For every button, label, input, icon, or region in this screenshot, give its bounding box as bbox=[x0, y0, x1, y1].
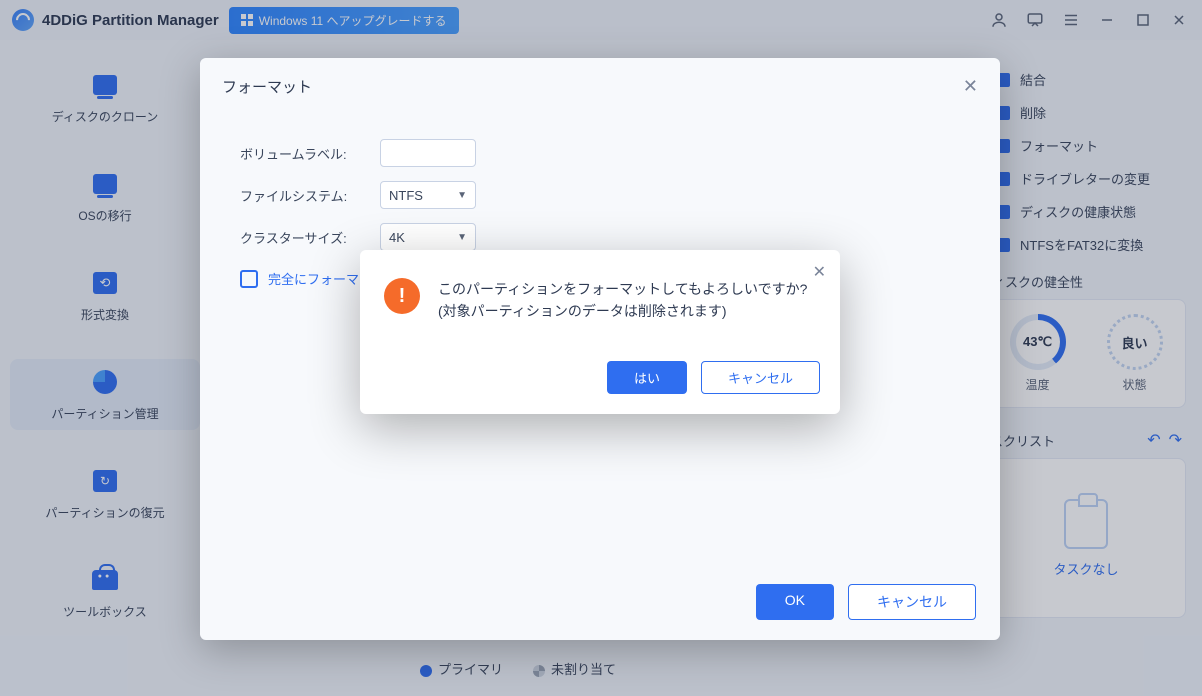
confirm-footer: はい キャンセル bbox=[380, 361, 820, 394]
confirm-body: ! このパーティションをフォーマットしてもよろしいですか? (対象パーティション… bbox=[380, 270, 820, 331]
volume-label-label: ボリュームラベル: bbox=[240, 144, 360, 163]
full-format-label: 完全にフォーマ bbox=[268, 269, 359, 288]
dialog-close-icon[interactable]: ✕ bbox=[963, 76, 978, 97]
cluster-select[interactable]: 4K ▼ bbox=[380, 223, 476, 251]
confirm-dialog: ✕ ! このパーティションをフォーマットしてもよろしいですか? (対象パーティシ… bbox=[360, 250, 840, 414]
filesystem-select[interactable]: NTFS ▼ bbox=[380, 181, 476, 209]
confirm-yes-button[interactable]: はい bbox=[607, 361, 687, 394]
confirm-close-icon[interactable]: ✕ bbox=[813, 262, 826, 282]
chevron-down-icon: ▼ bbox=[457, 190, 467, 201]
confirm-cancel-button[interactable]: キャンセル bbox=[701, 361, 820, 394]
cluster-label: クラスターサイズ: bbox=[240, 228, 360, 247]
dialog-footer: OK キャンセル bbox=[756, 584, 976, 620]
dialog-cancel-button[interactable]: キャンセル bbox=[848, 584, 976, 620]
warning-icon: ! bbox=[384, 278, 420, 314]
dialog-title: フォーマット bbox=[222, 76, 312, 97]
chevron-down-icon: ▼ bbox=[457, 232, 467, 243]
checkbox-icon[interactable] bbox=[240, 270, 258, 288]
confirm-message: このパーティションをフォーマットしてもよろしいですか? (対象パーティションのデ… bbox=[438, 278, 816, 323]
dialog-header: フォーマット ✕ bbox=[200, 58, 1000, 115]
dialog-ok-button[interactable]: OK bbox=[756, 584, 834, 620]
volume-label-input[interactable] bbox=[380, 139, 476, 167]
filesystem-label: ファイルシステム: bbox=[240, 186, 360, 205]
